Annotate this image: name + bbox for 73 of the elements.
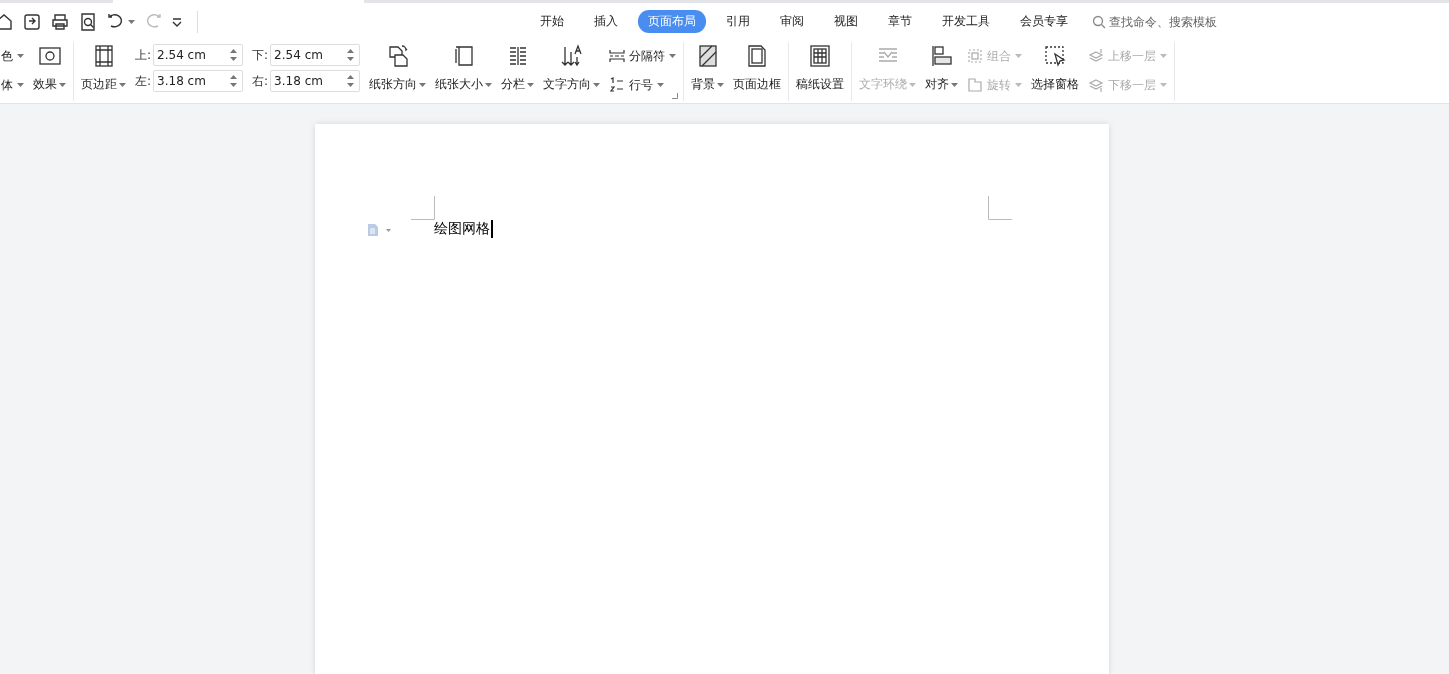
dropdown-arrow-icon	[1015, 54, 1023, 58]
home-icon[interactable]	[0, 11, 14, 32]
ribbon-button[interactable]: 选择窗格	[1031, 42, 1080, 101]
dialog-launcher-icon[interactable]	[672, 93, 679, 99]
dropdown-arrow-icon	[593, 82, 601, 87]
ribbon-tab[interactable]: 插入	[584, 10, 628, 33]
export-icon[interactable]	[22, 11, 42, 32]
dropdown-arrow-icon	[119, 82, 126, 87]
ribbon-button[interactable]: 背景	[691, 42, 725, 101]
ribbon-button[interactable]: 稿纸设置	[796, 42, 845, 101]
layers-up-icon	[1088, 48, 1105, 64]
ribbon-button[interactable]: 页边距	[81, 42, 126, 101]
dropdown-arrow-icon	[1160, 83, 1168, 87]
ribbon-tab[interactable]: 章节	[878, 10, 922, 33]
ribbon-button[interactable]: 行号	[609, 75, 677, 95]
ribbon-tab[interactable]: 会员专享	[1010, 10, 1078, 33]
ribbon-button[interactable]: 分隔符	[609, 46, 677, 66]
dropdown-arrow-icon	[527, 82, 535, 87]
document-text[interactable]: 绘图网格	[434, 220, 493, 238]
grid-paper-icon	[808, 44, 833, 68]
spinner-arrows-icon	[230, 48, 238, 62]
ribbon-button[interactable]: 效果	[33, 42, 66, 101]
spinner-arrows-icon	[347, 48, 355, 62]
dropdown-arrow-icon	[951, 82, 959, 87]
dropdown-arrow-icon	[485, 82, 493, 87]
margin-field[interactable]: 3.18 cm	[153, 70, 244, 92]
ribbon-tab[interactable]: 开始	[530, 10, 574, 33]
margin-field[interactable]: 2.54 cm	[153, 44, 244, 66]
ribbon-tab[interactable]: 视图	[824, 10, 868, 33]
ribbon-button[interactable]: 色	[1, 46, 24, 66]
search-field[interactable]: 查找命令、搜索模板	[1109, 14, 1239, 29]
print-icon[interactable]	[50, 11, 70, 32]
dropdown-arrow-icon	[17, 83, 24, 87]
ribbon-tab[interactable]: 审阅	[770, 10, 814, 33]
ribbon-button[interactable]: 页面边框	[733, 42, 782, 101]
dropdown-arrow-icon	[1015, 83, 1023, 87]
line-numbers-icon	[609, 77, 626, 93]
ribbon-button[interactable]: 分栏	[501, 42, 535, 101]
margin-label: 下:	[252, 46, 269, 64]
dropdown-arrow-icon	[59, 82, 66, 87]
text-direction-icon	[559, 44, 584, 68]
dropdown-arrow-icon	[17, 54, 24, 58]
dropdown-arrow-icon	[717, 82, 725, 87]
margin-label: 左:	[135, 72, 152, 90]
dropdown-arrow-icon	[909, 82, 917, 87]
print-preview-icon[interactable]	[78, 11, 98, 32]
margin-label: 右:	[252, 72, 269, 90]
ribbon-button[interactable]: 纸张大小	[435, 42, 493, 101]
layers-down-icon	[1088, 77, 1105, 93]
margin-corner-mark	[411, 196, 435, 220]
align-icon	[929, 44, 954, 68]
margin-corner-mark	[988, 196, 1012, 220]
ribbon-button[interactable]: 体	[1, 75, 24, 95]
ribbon-button[interactable]: 对齐	[925, 42, 959, 101]
margin-field[interactable]: 3.18 cm	[270, 70, 361, 92]
dropdown-arrow-icon	[669, 54, 677, 58]
selection-pane-icon	[1043, 44, 1068, 68]
picture-frame-icon	[37, 44, 62, 68]
dropdown-arrow-icon	[419, 82, 427, 87]
breaks-icon	[609, 48, 626, 64]
dropdown-arrow-icon	[128, 19, 135, 24]
ribbon-tab[interactable]: 开发工具	[932, 10, 1000, 33]
spinner-arrows-icon	[230, 74, 238, 88]
margin-field[interactable]: 2.54 cm	[270, 44, 361, 66]
ribbon-button[interactable]: 文字方向	[543, 42, 601, 101]
search-icon	[1092, 14, 1106, 29]
spinner-arrows-icon	[347, 74, 355, 88]
group-icon	[967, 48, 984, 64]
dropdown-arrow-icon	[1160, 54, 1168, 58]
ribbon-button[interactable]: 纸张方向	[369, 42, 427, 101]
ribbon-tab[interactable]: 引用	[716, 10, 760, 33]
dropdown-arrow-icon	[657, 83, 665, 87]
margin-label: 上:	[135, 46, 152, 64]
